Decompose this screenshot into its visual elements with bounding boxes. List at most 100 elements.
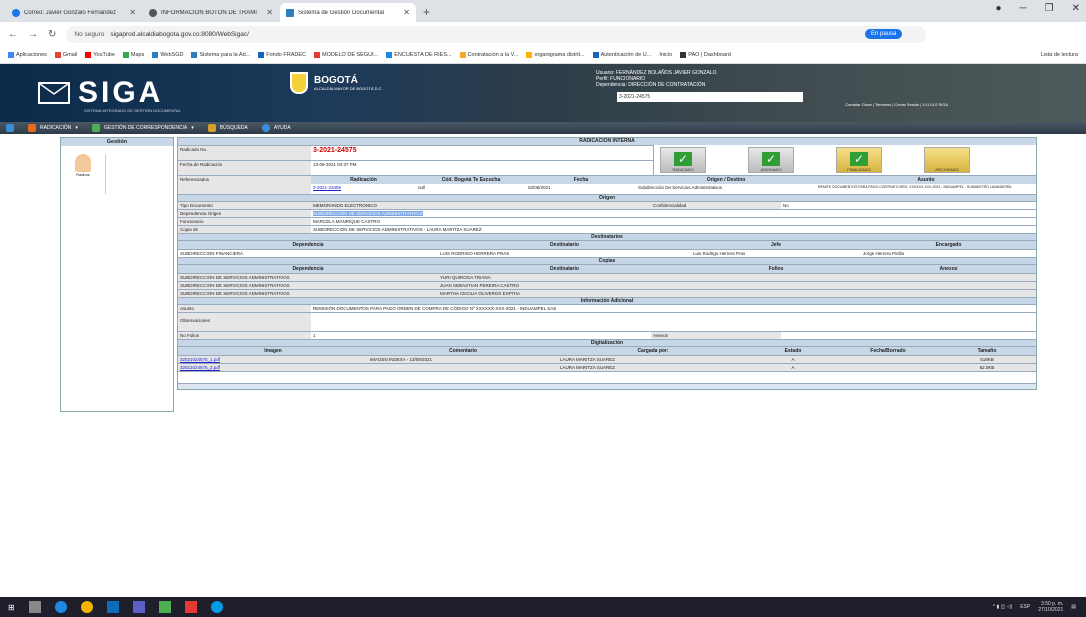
profile-dot-icon[interactable]: ● [996,3,1002,14]
file-icon[interactable] [158,601,171,613]
reload-icon[interactable]: ↻ [48,29,56,40]
close-tab-icon[interactable]: ✕ [403,8,410,17]
language-indicator[interactable]: ESP [1020,604,1030,610]
menu-ayuda[interactable]: AYUDA [261,124,291,132]
task-view-icon[interactable] [28,601,41,613]
main-menu: RADICACIÓN ▾ GESTIÓN DE CORRESPONDENCIA … [0,122,1086,134]
bookmark-item[interactable]: Maps [122,51,144,58]
image-link[interactable]: 32021024575_1.pdf [178,356,368,363]
siga-brand: SIGA [78,76,164,109]
finalizado-status-button[interactable]: ✓ FINALIZADO [836,147,882,173]
outlook-icon[interactable] [106,601,119,613]
menu-radicacion[interactable]: RADICACIÓN ▾ [28,124,78,132]
minimize-icon[interactable]: ─ [1020,3,1027,14]
notifications-icon[interactable]: ▤ [1071,604,1076,610]
radicacion-form: RADICACION INTERNA Radicado No. 3-2021-2… [177,137,1037,390]
user-info: Usuario: FERNÁNDEZ BOLAÑOS JAVIER GONZAL… [596,70,717,88]
bookmark-item[interactable]: MODELO DE SEGUI... [313,51,378,58]
image-link[interactable]: 32021024575_2.pdf [178,364,368,371]
bogota-shield-icon [290,72,308,94]
bookmark-item[interactable]: Sistema para la Ad... [191,51,250,58]
col-header: Dependencia [178,265,438,273]
radicar-avatar[interactable]: Radicar [75,154,91,177]
gestion-icon [91,124,100,132]
footer-bar [178,383,1036,389]
tab-label: Sistema de Gestión Documental [298,9,385,16]
asunto-label: Asunto [178,305,311,312]
back-icon[interactable]: ← [8,29,18,40]
bookmark-item[interactable]: PAO | Dashboard [680,51,731,58]
maximize-icon[interactable]: ❐ [1045,3,1054,14]
forward-icon[interactable]: → [28,29,38,40]
bookmark-item[interactable]: YouTube [85,51,115,58]
user-dependency: Dependencia: DIRECCIÓN DE CONTRATACIÓN [596,82,706,88]
asignado-status-button[interactable]: ✓ ASIGNADO [748,147,794,173]
home-icon[interactable] [6,124,14,132]
check-icon: ✓ [674,152,692,166]
menu-busqueda[interactable]: BÚSQUEDA [207,124,248,132]
table-cell: A [748,356,838,363]
table-cell: YURI QUIROGA TRIANA [438,274,691,281]
app-icon[interactable] [210,601,223,613]
ayuda-icon [261,124,270,132]
radicado-status-button[interactable]: ✓ RADICADO [660,147,706,173]
field-label: Funcionario [178,218,311,225]
tab-label: INFORMACIÓN BOTÓN DE TRAMI [161,9,257,16]
browser-tabbar: Correo: Javier Gonzalo Fernández ✕ INFOR… [0,0,1086,22]
ref-link[interactable]: 3-2021-23459 [311,184,416,191]
profile-pause-button[interactable]: En pausa [865,29,903,39]
table-cell [838,364,938,371]
teams-icon[interactable] [132,601,145,613]
observaciones-label: Observaciones [178,313,311,331]
clock[interactable]: 3:50 p. m. 27/10/2021 [1038,601,1063,613]
archivado-status-button[interactable]: ARCHIVADO [924,147,970,173]
quick-search-input[interactable]: 3-2021-24575 [617,92,803,102]
bookmark-item[interactable]: Autenticación de U... [592,51,651,58]
form-title: RADICACION INTERNA [178,138,1036,145]
adicional-title: Información Adicional [178,297,1036,304]
busqueda-icon [207,124,216,132]
col-header: Destinatario [438,241,691,249]
table-cell [861,282,1036,289]
url-input[interactable]: No seguro sigaprod.alcaldiabogota.gov.co… [66,25,927,43]
bookmark-item[interactable]: Fondo FRADEC [258,51,306,58]
browser-tab-3-active[interactable]: Sistema de Gestión Documental ✕ [280,3,416,22]
field-label: Copia de [178,226,311,233]
edge-icon[interactable] [54,601,67,613]
windows-start-icon[interactable]: ⊞ [8,603,15,612]
envelope-icon [38,82,70,104]
table-cell: LUIS RODRIGO HERRERA PRAS [438,250,691,257]
browser-tab-1[interactable]: Correo: Javier Gonzalo Fernández ✕ [6,3,142,22]
close-window-icon[interactable]: ✕ [1072,3,1080,14]
not-secure-label[interactable]: No seguro [74,31,104,38]
tray-icons[interactable]: ^ ▮ ◫ ◁) [993,604,1013,610]
bookmark-item[interactable]: Inicio [659,52,672,58]
table-row: 3-2021-23459 null 02/08/2021 Subdirecció… [311,184,1036,191]
selected-text: SUBDIRECCION DE SERVICIOS ADMINISTRATIVO… [313,211,423,216]
person-icon [75,154,91,172]
col-header: Fecha/Borrado [838,347,938,355]
session-links[interactable]: Cambiar Clave | Terminos | Cerrar Sesión… [845,102,948,107]
table-cell: SUBDIRECCION DE SERVICIOS ADMINISTRATIVO… [178,274,438,281]
bookmark-item[interactable]: Aplicaciones [8,51,47,58]
bookmark-item[interactable]: Gmail [54,51,77,58]
close-tab-icon[interactable]: ✕ [129,8,136,17]
chrome-icon[interactable] [80,601,93,613]
menu-gestion[interactable]: GESTIÓN DE CORRESPONDENCIA ▾ [91,124,194,132]
field-label: Tipo Documento [178,202,311,209]
reading-list-button[interactable]: Lista de lectura [1041,52,1078,58]
siga-logo: SIGA [38,76,163,110]
bookmark-item[interactable]: ENCUESTA DE RIES... [386,51,452,58]
new-tab-button[interactable]: + [417,5,438,22]
bookmark-item[interactable]: organigrama distrit... [526,51,585,58]
gmail-favicon-icon [12,8,20,17]
table-row: SUBDIRECCION DE SERVICIOS ADMINISTRATIVO… [178,289,1036,297]
close-tab-icon[interactable]: ✕ [266,8,273,17]
bookmark-item[interactable]: Contratación a la V... [459,51,518,58]
browser-tab-2[interactable]: INFORMACIÓN BOTÓN DE TRAMI ✕ [143,3,279,22]
app-icon[interactable] [184,601,197,613]
siga-favicon-icon [286,8,294,17]
bookmark-item[interactable]: WebSGD [152,51,183,58]
fecha-label: Fecha de Radicación [178,161,311,175]
check-icon: ✓ [850,152,868,166]
